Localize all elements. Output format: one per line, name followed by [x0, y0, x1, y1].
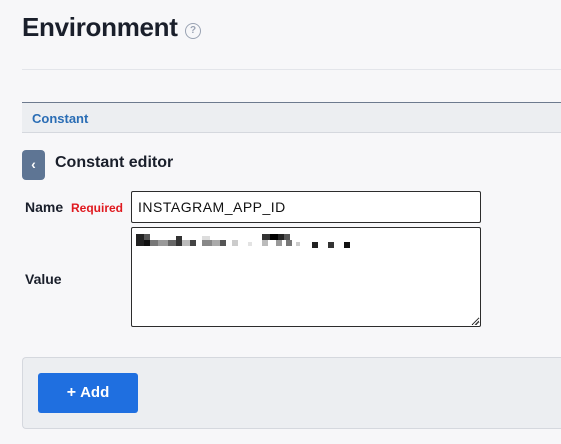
page-title: Environment: [22, 12, 178, 42]
editor-title: Constant editor: [55, 154, 174, 171]
section-header: Constant: [22, 102, 561, 133]
name-label: Name: [25, 199, 64, 215]
help-icon[interactable]: ?: [185, 23, 201, 39]
add-button-label: Add: [80, 384, 110, 401]
value-label: Value: [25, 271, 62, 287]
required-label: Required: [71, 201, 124, 215]
name-input[interactable]: [131, 191, 481, 223]
page: Environment ? Constant ‹ Constant editor…: [0, 0, 561, 444]
resize-grip-icon[interactable]: [471, 317, 479, 325]
plus-icon: +: [66, 384, 77, 401]
back-button[interactable]: ‹: [22, 150, 45, 180]
value-textarea[interactable]: [131, 227, 481, 327]
action-bar: + Add: [22, 357, 561, 429]
chevron-left-icon: ‹: [31, 156, 36, 172]
section-label[interactable]: Constant: [32, 111, 88, 126]
add-button[interactable]: + Add: [38, 373, 138, 413]
title-divider: [22, 69, 561, 70]
redacted-value: [136, 232, 456, 248]
